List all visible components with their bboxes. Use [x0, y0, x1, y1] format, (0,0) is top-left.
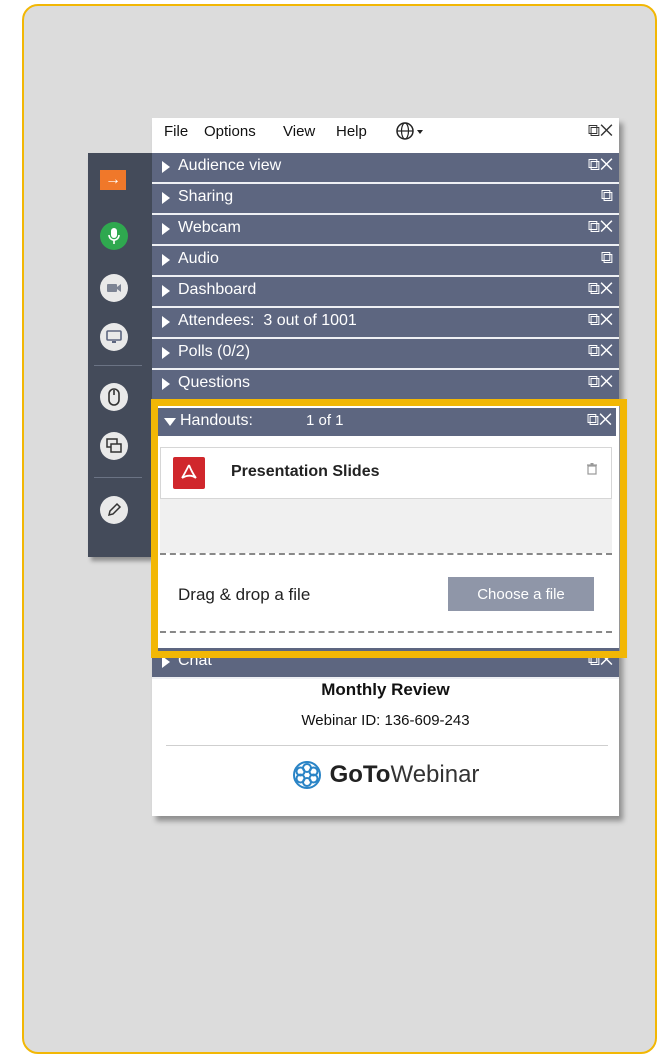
brand-name: GoToWebinar [330, 761, 480, 789]
brand-rest: Webinar [390, 761, 480, 788]
menu-file[interactable]: File [164, 123, 188, 140]
panel-row-attendees[interactable]: Attendees: 3 out of 1001 ⧉✕ [152, 308, 619, 339]
expand-icon [162, 285, 170, 297]
panel-label: Webcam [178, 219, 241, 236]
mouse-control-icon[interactable] [100, 383, 128, 411]
panel-row-dashboard[interactable]: Dashboard ⧉✕ [152, 277, 619, 308]
menu-bar: File Options View Help ⧉✕ [152, 118, 619, 153]
webcam-icon[interactable] [100, 274, 128, 302]
toolbar-divider [94, 477, 142, 478]
pop-out-close-icon[interactable]: ⧉✕ [588, 372, 613, 392]
pop-out-close-icon[interactable]: ⧉✕ [588, 155, 613, 175]
expand-icon [162, 192, 170, 204]
panel-row-questions[interactable]: Questions ⧉✕ [152, 370, 619, 401]
panel-row-polls[interactable]: Polls (0/2) ⧉✕ [152, 339, 619, 370]
webinar-title: Monthly Review [321, 680, 450, 699]
panel-row-audio[interactable]: Audio ⧉ [152, 246, 619, 277]
expand-icon [162, 254, 170, 266]
globe-icon[interactable] [396, 122, 426, 144]
panel-row-audience-view[interactable]: Audience view ⧉✕ [152, 153, 619, 184]
toolbar-divider [94, 365, 142, 366]
pop-out-close-icon[interactable]: ⧉✕ [588, 310, 613, 330]
menu-help[interactable]: Help [336, 123, 367, 140]
expand-icon [162, 223, 170, 235]
panel-label: Polls (0/2) [178, 343, 251, 360]
pop-out-close-icon[interactable]: ⧉✕ [588, 217, 613, 237]
pop-out-close-icon[interactable]: ⧉✕ [588, 279, 613, 299]
panel-row-sharing[interactable]: Sharing ⧉ [152, 184, 619, 215]
control-toolbar: → [88, 153, 152, 557]
webinar-id: Webinar ID: 136-609-243 [301, 712, 470, 729]
collapse-arrow-icon[interactable]: → [100, 170, 126, 190]
panel-window-controls[interactable]: ⧉✕ [588, 121, 613, 141]
screen-share-icon[interactable] [100, 323, 128, 351]
pop-out-icon[interactable]: ⧉ [601, 248, 613, 268]
menu-view[interactable]: View [283, 123, 315, 140]
panel-label: Sharing [178, 188, 234, 205]
panel-row-webcam[interactable]: Webcam ⧉✕ [152, 215, 619, 246]
panel-label: Questions [178, 374, 251, 391]
pop-out-close-icon[interactable]: ⧉✕ [588, 341, 613, 361]
expand-icon [162, 378, 170, 390]
divider [166, 745, 608, 746]
expand-icon [162, 161, 170, 173]
switch-presenter-icon[interactable] [100, 432, 128, 460]
menu-options[interactable]: Options [204, 123, 256, 140]
gotowebinar-flower-icon [292, 761, 321, 789]
brand-bold: GoTo [329, 761, 391, 788]
pop-out-icon[interactable]: ⧉ [601, 186, 613, 206]
expand-icon [162, 347, 170, 359]
panel-label: Audience view [178, 157, 282, 174]
microphone-icon[interactable] [100, 222, 128, 250]
gotowebinar-logo: GoToWebinar [152, 760, 619, 790]
highlight-box [151, 399, 627, 658]
expand-icon [162, 316, 170, 328]
panel-label: Audio [178, 250, 219, 267]
panel-label: Attendees: 3 out of 1001 [178, 312, 357, 329]
panel-label: Dashboard [178, 281, 257, 298]
drawing-tools-icon[interactable] [100, 496, 128, 524]
